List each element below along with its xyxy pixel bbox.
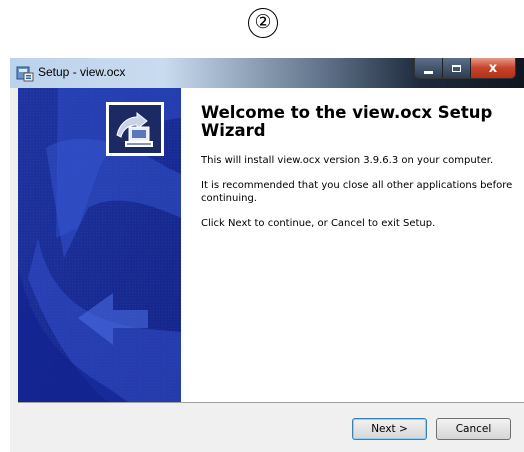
- installer-logo: [106, 102, 164, 156]
- setup-app-icon: [16, 66, 34, 82]
- setup-window: Setup - view.ocx x Welcome to the view.o…: [10, 58, 524, 452]
- maximize-icon: [452, 64, 461, 72]
- window-title: Setup - view.ocx: [38, 65, 126, 79]
- step-marker: ②: [248, 8, 278, 38]
- minimize-icon: [424, 70, 433, 74]
- minimize-button[interactable]: [415, 58, 443, 78]
- computer-install-icon: [109, 105, 161, 153]
- next-button[interactable]: Next >: [352, 418, 427, 440]
- welcome-text-2: It is recommended that you close all oth…: [201, 180, 513, 204]
- wizard-page: Welcome to the view.ocx Setup Wizard Thi…: [18, 88, 524, 452]
- close-icon: x: [488, 60, 498, 76]
- window-controls: x: [414, 58, 516, 79]
- button-bar: Next > Cancel: [18, 402, 524, 452]
- cancel-button[interactable]: Cancel: [436, 418, 511, 440]
- welcome-content: Welcome to the view.ocx Setup Wizard Thi…: [201, 104, 519, 242]
- welcome-text-3: Click Next to continue, or Cancel to exi…: [201, 218, 436, 229]
- close-button[interactable]: x: [471, 58, 515, 78]
- welcome-text-1: This will install view.ocx version 3.9.6…: [201, 155, 494, 166]
- maximize-button[interactable]: [443, 58, 471, 78]
- title-bar[interactable]: Setup - view.ocx x: [10, 58, 524, 88]
- welcome-heading: Welcome to the view.ocx Setup Wizard: [201, 103, 493, 140]
